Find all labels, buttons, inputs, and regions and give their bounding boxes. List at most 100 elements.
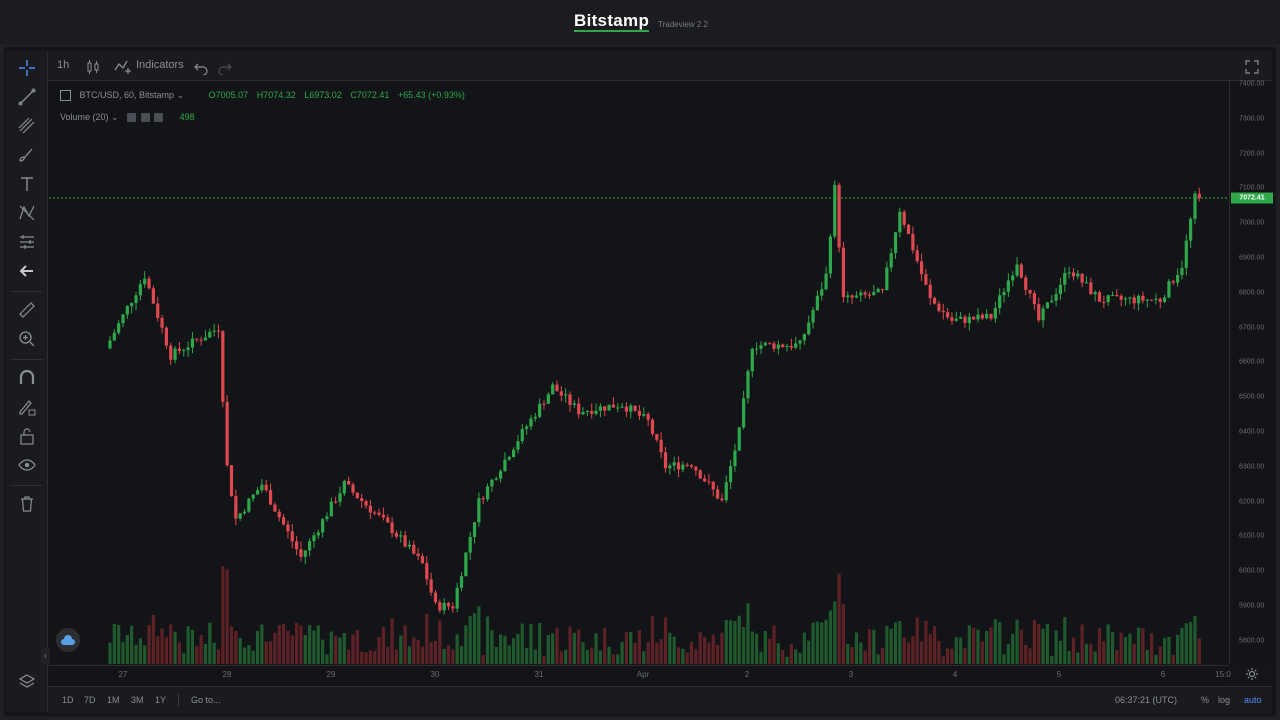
eye-icon[interactable] [16,454,38,476]
volume-bar [980,641,984,664]
candle-body [134,295,138,303]
candle-body [694,466,698,471]
time-tick-label: 30 [430,670,440,679]
eye-icon[interactable] [140,113,150,123]
log-toggle[interactable]: log [1218,687,1230,713]
collapse-toolbar-button[interactable]: ‹ [41,648,50,664]
candle-body [1176,274,1180,283]
volume-bar [459,646,464,664]
magnet-icon[interactable] [16,367,38,389]
toolbar-divider [10,359,43,360]
symbol-label[interactable]: BTC/USD, 60, Bitstamp [80,90,175,100]
layers-icon[interactable] [16,671,38,693]
auto-toggle[interactable]: auto [1244,687,1262,713]
candle-type-icon[interactable] [86,58,100,74]
candle-body [833,184,837,237]
fib-icon[interactable] [16,115,38,137]
candle-body [1045,302,1050,309]
candle-body [789,345,793,348]
range-1d-button[interactable]: 1D [62,687,74,713]
candle-body [286,524,290,532]
price-axis[interactable]: 7400.00 7300.00 7200.00 7100.00 7000.00 6900.… [1229,81,1275,664]
candle-body [273,504,277,512]
volume-bar [273,632,277,664]
trend-line-icon[interactable] [16,86,38,108]
text-icon[interactable] [16,173,38,195]
volume-bar [572,632,576,664]
indicators-icon[interactable] [114,57,132,75]
volume-bar [281,623,286,664]
volume-bar [772,625,776,664]
volume-bar [911,636,915,664]
volume-bar [446,645,451,664]
price-tick-label: 5800.00 [1239,637,1265,645]
brand-logo[interactable]: Bitstamp [574,12,650,32]
range-7d-button[interactable]: 7D [84,687,96,713]
cloud-icon[interactable] [56,628,80,652]
candle-body [815,295,819,311]
candle-body [442,602,446,611]
price-chart[interactable] [49,81,1229,664]
candle-body [516,441,520,450]
utc-clock[interactable]: 06:37:21 (UTC) [1115,687,1177,713]
ruler-icon[interactable] [16,299,38,321]
volume-bar [295,622,299,664]
fullscreen-icon[interactable] [1244,58,1260,74]
volume-bar [442,648,446,664]
volume-bar [702,636,707,664]
close-value: C7072.41 [350,90,390,100]
pattern-icon[interactable] [16,202,38,224]
range-3m-button[interactable]: 3M [131,687,144,713]
goto-button[interactable]: Go to... [191,687,221,713]
projection-icon[interactable] [16,231,38,253]
candle-body [295,541,299,550]
lock-icon[interactable] [16,425,38,447]
settings-icon[interactable] [127,113,137,123]
back-arrow-icon[interactable] [16,260,38,282]
crosshair-icon[interactable] [16,57,38,79]
chevron-down-icon[interactable]: ⌄ [177,90,185,100]
candle-body [277,511,281,518]
candle-body [1180,267,1184,275]
volume-bar [941,656,945,664]
volume-bar [130,625,134,664]
indicators-button[interactable]: Indicators [136,51,184,80]
volume-bar [1110,632,1115,664]
volume-bar [538,622,542,664]
redo-icon[interactable] [218,58,232,76]
zoom-icon[interactable] [16,328,38,350]
volume-bar [1058,640,1063,664]
candle-body [1171,281,1175,283]
candlestick-chart[interactable] [49,81,1229,664]
legend-icon[interactable] [60,90,71,102]
volume-bar [924,620,928,664]
candle-body [850,295,854,298]
volume-bar [1197,638,1201,664]
candle-body [143,278,147,285]
candle-body [477,498,481,523]
time-axis[interactable]: 27 28 29 30 31 Apr 2 3 4 5 6 15:0 [49,665,1231,686]
trash-icon[interactable] [16,493,38,515]
range-1m-button[interactable]: 1M [107,687,120,713]
percent-toggle[interactable]: % [1201,687,1209,713]
candle-body [538,403,542,417]
volume-bar [512,638,516,664]
change-value: +65.43 (+0.93%) [397,90,465,100]
undo-icon[interactable] [194,58,208,76]
interval-selector[interactable]: 1h [57,51,69,80]
lock-draw-icon[interactable] [16,396,38,418]
low-value: L6973.02 [304,90,342,100]
candle-body [338,493,342,502]
volume-bar [529,623,533,664]
volume-label[interactable]: Volume (20) [60,112,109,122]
candle-body [755,348,759,350]
close-icon[interactable] [154,113,164,123]
range-1y-button[interactable]: 1Y [155,687,166,713]
candle-body [268,490,273,505]
brush-icon[interactable] [16,144,38,166]
volume-bar [277,625,281,664]
chevron-down-icon[interactable]: ⌄ [111,112,119,122]
gear-icon[interactable] [1241,664,1263,684]
candle-body [203,337,208,341]
candle-body [117,323,121,333]
